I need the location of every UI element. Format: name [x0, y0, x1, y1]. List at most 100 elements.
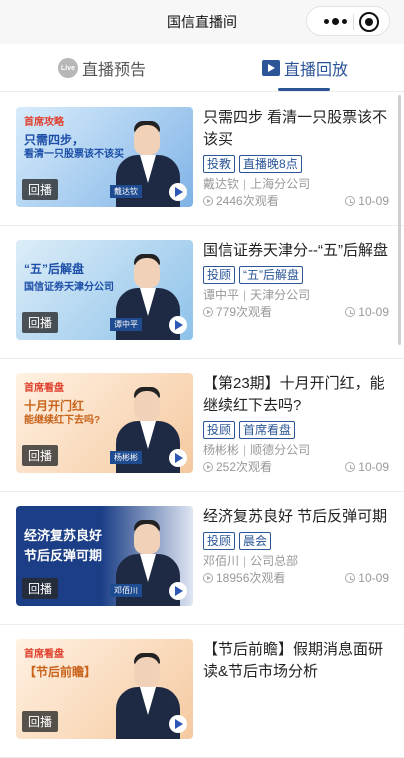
tag-label: 投顾: [203, 266, 236, 284]
view-count-text: 779次观看: [216, 305, 273, 319]
tab-label-replay: 直播回放: [284, 62, 349, 79]
close-mini-program-button[interactable]: [359, 12, 379, 32]
author-name: 邓佰川: [203, 554, 240, 568]
publish-date: 10-09: [345, 570, 389, 586]
active-tab-indicator: [278, 88, 330, 91]
video-thumbnail[interactable]: 首席攻略 只需四步， 看清一只股票该不该买 戴达钦 回播: [16, 107, 193, 207]
tag-label: 直播晚8点: [239, 155, 302, 173]
tab-label-preview: 直播预告: [82, 62, 147, 79]
meta-divider: |: [243, 443, 247, 457]
thumbnail-series: 首席看盘: [24, 649, 64, 660]
list-item[interactable]: 经济复苏良好 节后反弹可期 邓佰川 回播 经济复苏良好 节后反弹可期 投顾 晨会 …: [0, 492, 404, 625]
views-icon: [203, 462, 213, 472]
list-item[interactable]: 首席攻略 只需四步， 看清一只股票该不该买 戴达钦 回播 只需四步 看清一只股票…: [0, 93, 404, 226]
play-icon[interactable]: [169, 582, 187, 600]
item-title[interactable]: 只需四步 看清一只股票该不该买: [203, 107, 393, 151]
author-line: 谭中平 | 天津分公司: [203, 287, 393, 303]
tag-label: 投教: [203, 155, 236, 173]
publish-date-text: 10-09: [358, 305, 389, 319]
publish-date-text: 10-09: [358, 194, 389, 208]
publish-date: 10-09: [345, 193, 389, 209]
thumbnail-headline: 【节后前瞻】: [24, 665, 97, 679]
author-line: 杨彬彬 | 顺德分公司: [203, 442, 393, 458]
replay-badge: 回播: [22, 578, 59, 599]
author-line: 戴达钦 | 上海分公司: [203, 176, 393, 192]
list-item[interactable]: 首席看盘 十月开门红 能继续红下去吗? 杨彬彬 回播 【第23期】十月开门红，能…: [0, 359, 404, 492]
branch-name: 公司总部: [250, 554, 299, 568]
clock-icon: [345, 307, 356, 317]
stats-line: 18956次观看 10-09: [203, 570, 393, 587]
branch-name: 上海分公司: [250, 177, 311, 191]
author-name: 戴达钦: [203, 177, 240, 191]
tab-live-replay[interactable]: 直播回放: [262, 44, 348, 92]
replay-badge: 回播: [22, 312, 59, 333]
tab-live-preview[interactable]: Live 直播预告: [58, 44, 146, 92]
thumbnail-series: 首席看盘: [24, 383, 64, 394]
thumbnail-subheadline: 看清一只股票该不该买: [24, 149, 124, 160]
thumbnail-subheadline: 国信证券天津分公司: [24, 282, 114, 293]
branch-name: 天津分公司: [250, 288, 311, 302]
tag-row: 投顾 晨会: [203, 532, 393, 550]
more-menu-button[interactable]: [321, 7, 349, 35]
view-count: 252次观看: [203, 459, 272, 475]
presenter-name-tag: 戴达钦: [110, 185, 142, 198]
replay-list: 首席攻略 只需四步， 看清一只股票该不该买 戴达钦 回播 只需四步 看清一只股票…: [0, 93, 404, 758]
presenter-face: [134, 258, 160, 288]
item-info: 经济复苏良好 节后反弹可期 投顾 晨会 邓佰川 | 公司总部 18956次观看 10-0…: [203, 506, 393, 587]
replay-badge: 回播: [22, 445, 59, 466]
clock-icon: [345, 573, 356, 583]
tag-label: 晨会: [239, 532, 272, 550]
presenter-face: [134, 524, 160, 554]
tag-row: 投顾 “五”后解盘: [203, 266, 393, 284]
item-info: 国信证券天津分--“五”后解盘 投顾 “五”后解盘 谭中平 | 天津分公司 779次观…: [203, 240, 393, 321]
thumbnail-headline: 只需四步，: [24, 133, 85, 147]
presenter-name-tag: 谭中平: [110, 318, 142, 331]
item-title[interactable]: 【节后前瞻】假期消息面研读&节后市场分析: [203, 639, 393, 683]
stats-line: 2446次观看 10-09: [203, 193, 393, 210]
capsule-divider: [353, 14, 354, 30]
video-thumbnail[interactable]: 首席看盘 十月开门红 能继续红下去吗? 杨彬彬 回播: [16, 373, 193, 473]
views-icon: [203, 307, 213, 317]
video-thumbnail[interactable]: 首席看盘 【节后前瞻】 回播: [16, 639, 193, 739]
tag-row: 投顾 首席看盘: [203, 421, 393, 439]
presenter-face: [134, 125, 160, 155]
view-count-text: 252次观看: [216, 460, 273, 474]
publish-date: 10-09: [345, 304, 389, 320]
item-title[interactable]: 【第23期】十月开门红，能继续红下去吗?: [203, 373, 393, 417]
tag-label: 投顾: [203, 421, 236, 439]
list-item[interactable]: 首席看盘 【节后前瞻】 回播 【节后前瞻】假期消息面研读&节后市场分析: [0, 625, 404, 758]
video-thumbnail[interactable]: 经济复苏良好 节后反弹可期 邓佰川 回播: [16, 506, 193, 606]
presenter-name-tag: 邓佰川: [110, 584, 142, 597]
publish-date-text: 10-09: [358, 571, 389, 585]
view-count: 2446次观看: [203, 193, 279, 209]
replay-badge: 回播: [22, 179, 59, 200]
tag-label: 投顾: [203, 532, 236, 550]
list-item[interactable]: “五”后解盘 国信证券天津分公司 谭中平 回播 国信证券天津分--“五”后解盘 …: [0, 226, 404, 359]
meta-divider: |: [243, 288, 247, 302]
stats-line: 252次观看 10-09: [203, 459, 393, 476]
video-thumbnail[interactable]: “五”后解盘 国信证券天津分公司 谭中平 回播: [16, 240, 193, 340]
publish-date-text: 10-09: [358, 460, 389, 474]
item-info: 只需四步 看清一只股票该不该买 投教 直播晚8点 戴达钦 | 上海分公司 2446次观…: [203, 107, 393, 210]
meta-divider: |: [243, 177, 247, 191]
play-icon[interactable]: [169, 316, 187, 334]
author-name: 杨彬彬: [203, 443, 240, 457]
thumbnail-subheadline: 节后反弹可期: [24, 548, 103, 563]
item-title[interactable]: 经济复苏良好 节后反弹可期: [203, 506, 393, 528]
presenter-face: [134, 657, 160, 687]
replay-play-icon: [262, 60, 280, 76]
more-dots-icon: [323, 18, 329, 24]
play-icon[interactable]: [169, 183, 187, 201]
play-icon[interactable]: [169, 715, 187, 733]
mini-program-capsule: [306, 6, 390, 36]
item-title[interactable]: 国信证券天津分--“五”后解盘: [203, 240, 393, 262]
live-icon: Live: [58, 58, 78, 78]
top-nav-bar: 国信直播间: [0, 0, 404, 44]
tab-bar: Live 直播预告 直播回放: [0, 44, 404, 92]
scrollbar[interactable]: [398, 95, 401, 345]
clock-icon: [345, 462, 356, 472]
stats-line: 779次观看 10-09: [203, 304, 393, 321]
play-icon[interactable]: [169, 449, 187, 467]
view-count: 18956次观看: [203, 570, 285, 586]
views-icon: [203, 573, 213, 583]
